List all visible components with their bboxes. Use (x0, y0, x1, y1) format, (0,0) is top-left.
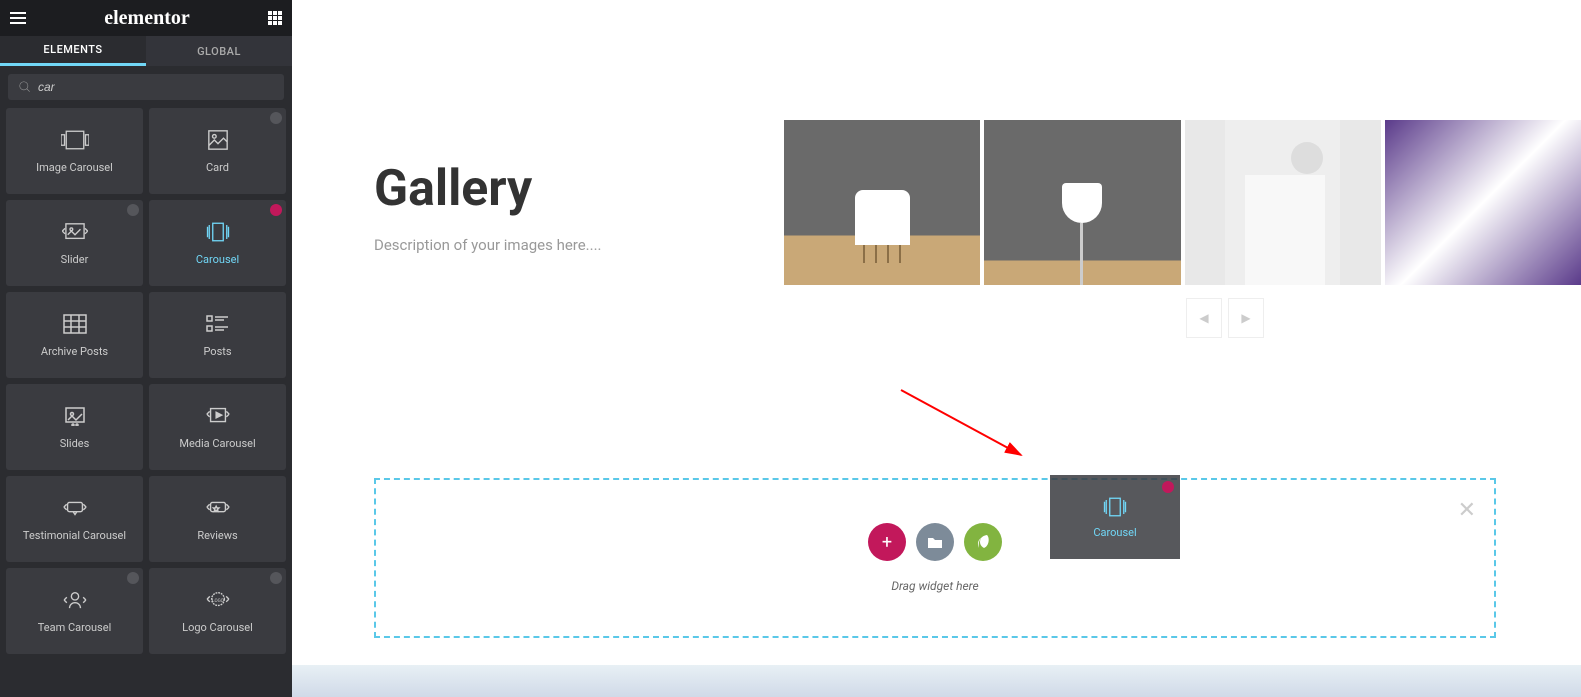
widget-label: Logo Carousel (182, 621, 253, 634)
posts-icon (204, 313, 232, 335)
gallery-images (784, 120, 1581, 285)
widget-badge-icon (127, 572, 139, 584)
gallery-next-button[interactable]: ▶ (1228, 298, 1264, 338)
person-illustration (1225, 120, 1340, 285)
widget-label: Image Carousel (36, 161, 113, 174)
svg-text:LOGO: LOGO (212, 597, 224, 603)
close-icon[interactable]: ✕ (1458, 498, 1476, 523)
sidebar: elementor ELEMENTS GLOBAL Image Carousel… (0, 0, 292, 697)
carousel-icon (1101, 496, 1129, 518)
widget-badge-icon (127, 204, 139, 216)
widget-badge-icon (270, 572, 282, 584)
team-carousel-icon (61, 589, 89, 611)
testimonial-carousel-icon (61, 497, 89, 519)
widget-label: Carousel (1093, 526, 1136, 539)
widget-carousel[interactable]: Carousel (149, 200, 286, 286)
widget-label: Team Carousel (38, 621, 112, 634)
archive-posts-icon (61, 313, 89, 335)
card-icon (204, 129, 232, 151)
dropzone[interactable]: ✕ + Drag widget here (374, 478, 1496, 638)
reviews-icon (204, 497, 232, 519)
widget-badge-icon (270, 112, 282, 124)
widget-badge-icon (270, 204, 282, 216)
image-carousel-icon (61, 129, 89, 151)
search-icon (18, 80, 32, 94)
widget-slides[interactable]: Slides (6, 384, 143, 470)
gallery-image[interactable] (1185, 120, 1381, 285)
folder-icon (927, 535, 943, 549)
gallery-nav: ◀ ▶ (1186, 298, 1264, 338)
gallery-section: Gallery Description of your images here.… (374, 120, 1581, 285)
dropzone-buttons: + (868, 523, 1002, 561)
footer-bar (292, 665, 1581, 697)
tab-global[interactable]: GLOBAL (146, 36, 292, 66)
widget-label: Archive Posts (41, 345, 108, 358)
add-button[interactable]: + (868, 523, 906, 561)
widget-label: Slides (60, 437, 90, 450)
tab-elements[interactable]: ELEMENTS (0, 36, 146, 66)
widget-logo-carousel[interactable]: LOGO Logo Carousel (149, 568, 286, 654)
dragged-widget-carousel[interactable]: Carousel (1050, 475, 1180, 559)
widget-badge-icon (1162, 481, 1174, 493)
gallery-text: Gallery Description of your images here.… (374, 120, 784, 285)
gallery-image[interactable] (984, 120, 1180, 285)
widget-media-carousel[interactable]: Media Carousel (149, 384, 286, 470)
sidebar-tabs: ELEMENTS GLOBAL (0, 36, 292, 66)
search-row (0, 66, 292, 108)
search-box (8, 74, 284, 100)
widgets-grid: Image Carousel Card Slider Carousel Arch… (0, 108, 292, 697)
dropzone-hint: Drag widget here (891, 579, 978, 593)
search-input[interactable] (38, 80, 274, 94)
widget-card[interactable]: Card (149, 108, 286, 194)
widget-testimonial-carousel[interactable]: Testimonial Carousel (6, 476, 143, 562)
media-carousel-icon (204, 405, 232, 427)
slider-icon (61, 221, 89, 243)
hamburger-icon[interactable] (10, 12, 26, 24)
widget-team-carousel[interactable]: Team Carousel (6, 568, 143, 654)
sidebar-header: elementor (0, 0, 292, 36)
widget-slider[interactable]: Slider (6, 200, 143, 286)
widget-archive-posts[interactable]: Archive Posts (6, 292, 143, 378)
widget-image-carousel[interactable]: Image Carousel (6, 108, 143, 194)
widget-label: Testimonial Carousel (23, 529, 126, 542)
gallery-description: Description of your images here.... (374, 236, 784, 254)
brand-logo: elementor (104, 7, 190, 30)
envato-button[interactable] (964, 523, 1002, 561)
annotation-arrow (896, 385, 1036, 465)
folder-button[interactable] (916, 523, 954, 561)
widget-label: Carousel (196, 253, 239, 266)
logo-carousel-icon: LOGO (204, 589, 232, 611)
apps-grid-icon[interactable] (268, 11, 282, 25)
gallery-image[interactable] (784, 120, 980, 285)
widget-posts[interactable]: Posts (149, 292, 286, 378)
gallery-prev-button[interactable]: ◀ (1186, 298, 1222, 338)
gallery-title: Gallery (374, 160, 784, 218)
widget-reviews[interactable]: Reviews (149, 476, 286, 562)
slides-icon (61, 405, 89, 427)
canvas: Gallery Description of your images here.… (292, 0, 1581, 697)
leaf-icon (976, 534, 990, 550)
gallery-image[interactable] (1385, 120, 1581, 285)
widget-label: Posts (203, 345, 231, 358)
carousel-icon (204, 221, 232, 243)
widget-label: Reviews (197, 529, 237, 542)
widget-label: Media Carousel (179, 437, 255, 450)
widget-label: Card (206, 161, 229, 174)
widget-label: Slider (61, 253, 89, 266)
